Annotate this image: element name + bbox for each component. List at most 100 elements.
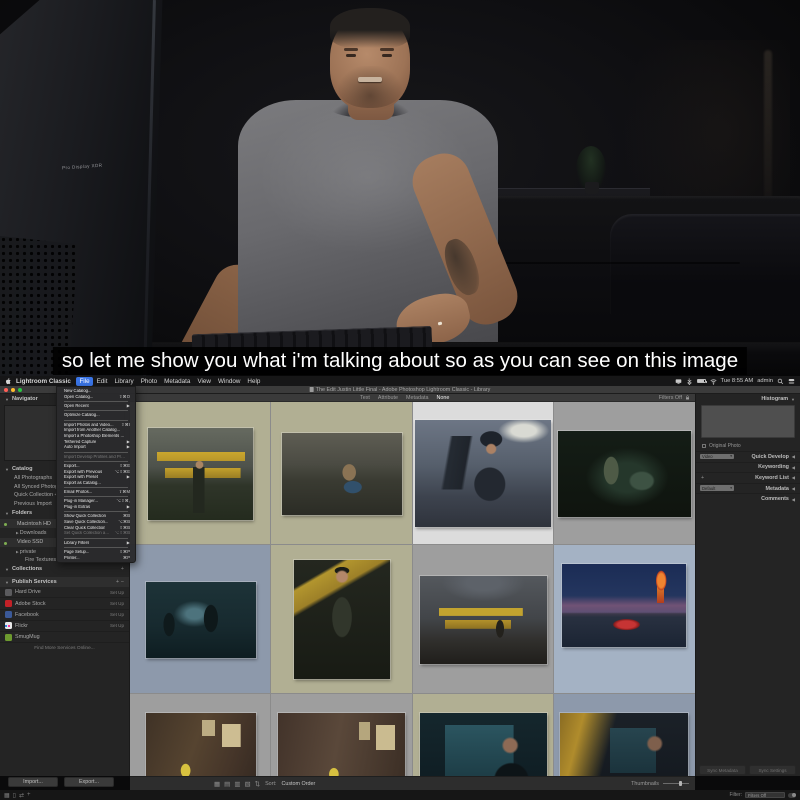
import-button[interactable]: Import...: [8, 777, 58, 787]
sort-value[interactable]: Custom Order: [281, 781, 315, 787]
thumbnail-size-slider[interactable]: [663, 783, 689, 784]
grid-cell[interactable]: [413, 694, 554, 776]
display-icon[interactable]: [675, 378, 682, 385]
panel-preset-pill[interactable]: Video▾: [700, 454, 734, 460]
filter-option[interactable]: None: [436, 395, 449, 401]
file-menu-item[interactable]: Auto Import ▶: [57, 445, 135, 451]
battery-icon[interactable]: [697, 379, 706, 384]
app-name[interactable]: Lightroom Classic: [16, 378, 71, 385]
grid-cell[interactable]: [554, 545, 695, 694]
file-menu-item[interactable]: [64, 547, 128, 548]
photo-thumbnail[interactable]: [560, 713, 688, 776]
find-more-services-link[interactable]: Find More Services Online...: [0, 643, 129, 654]
publish-service-row[interactable]: Adobe Stock Set Up: [0, 598, 129, 609]
publish-service-row[interactable]: Hard Drive Set Up: [0, 587, 129, 598]
file-menu-item[interactable]: Tethered Capture ▶: [57, 439, 135, 445]
file-menu-item[interactable]: [64, 496, 128, 497]
panel-section-header[interactable]: ▾ Keywording ◀: [696, 462, 800, 473]
filter-option[interactable]: Metadata: [406, 395, 428, 401]
survey-view-icon[interactable]: ▧: [244, 780, 250, 788]
apple-menu-icon[interactable]: [5, 377, 12, 385]
menubar-clock[interactable]: Tue 8:55 AM: [721, 378, 754, 384]
file-menu-item[interactable]: Printer... ⌘P: [57, 555, 135, 561]
menubar-menu[interactable]: View: [194, 377, 215, 386]
file-menu-item[interactable]: Export with Previous ⌥⇧⌘E: [57, 469, 135, 475]
grid-cell[interactable]: [554, 694, 695, 776]
panel-section-header[interactable]: ▾ Comments ◀: [696, 493, 800, 504]
painter-icon[interactable]: ⇅: [255, 780, 260, 788]
grid-cell[interactable]: [554, 402, 695, 545]
filmstrip-filter-preset[interactable]: Filters Off: [745, 792, 785, 798]
panel-preset-pill[interactable]: Default▾: [700, 485, 734, 491]
photo-thumbnail[interactable]: [415, 420, 551, 527]
file-menu-item[interactable]: Export with Preset ▶: [57, 475, 135, 481]
file-menu-item[interactable]: [64, 452, 128, 453]
wifi-icon[interactable]: [710, 378, 717, 385]
file-menu-item[interactable]: Open Catalog... ⇧⌘O: [57, 394, 135, 400]
panel-plus-icon[interactable]: +: [701, 475, 704, 481]
photo-thumbnail[interactable]: [148, 428, 253, 520]
publish-services-header[interactable]: ▼ Publish Services + −: [0, 577, 129, 587]
menubar-menu[interactable]: File: [76, 377, 93, 386]
filter-preset[interactable]: Filters Off: [659, 395, 690, 401]
menubar-menu[interactable]: Metadata: [161, 377, 194, 386]
photo-thumbnail[interactable]: [558, 431, 691, 517]
bluetooth-icon[interactable]: [686, 378, 693, 385]
photo-thumbnail[interactable]: [282, 433, 402, 515]
grid-cell[interactable]: [413, 545, 554, 694]
menubar-menu[interactable]: Library: [111, 377, 137, 386]
menubar-menu[interactable]: Edit: [93, 377, 111, 386]
file-menu-item[interactable]: [64, 487, 128, 488]
file-menu-item[interactable]: [64, 461, 128, 462]
publish-service-row[interactable]: Flickr Set Up: [0, 621, 129, 632]
panel-section-header[interactable]: Video▾ Quick Develop ◀: [696, 451, 800, 462]
file-menu-item[interactable]: Export as Catalog...: [57, 480, 135, 486]
menubar-menu[interactable]: Photo: [137, 377, 160, 386]
publish-service-setup[interactable]: Set Up: [110, 601, 124, 606]
filter-option[interactable]: Text: [360, 395, 370, 401]
histogram-header[interactable]: Histogram ▼: [696, 394, 800, 404]
grid-cell[interactable]: [271, 545, 412, 694]
photo-thumbnail[interactable]: [278, 713, 405, 776]
photo-thumbnail[interactable]: [420, 576, 547, 664]
file-menu-item[interactable]: Plug-in Extras ▶: [57, 504, 135, 510]
publish-service-setup[interactable]: Set Up: [110, 590, 124, 595]
grid-cell[interactable]: [413, 402, 554, 545]
zoom-window-button[interactable]: [18, 388, 22, 392]
collections-header[interactable]: ▼ Collections +: [0, 564, 129, 574]
file-menu-item[interactable]: Import a Photoshop Elements Catalog...: [57, 433, 135, 439]
file-menu-item[interactable]: Plug-in Manager... ⌥⇧⌘,: [57, 499, 135, 505]
menubar-user[interactable]: admin: [757, 378, 773, 384]
close-window-button[interactable]: [4, 388, 8, 392]
publish-service-setup[interactable]: Set Up: [110, 612, 124, 617]
file-menu-item[interactable]: [64, 410, 128, 411]
file-menu-item[interactable]: [64, 401, 128, 402]
photo-thumbnail[interactable]: [146, 582, 256, 658]
photo-thumbnail[interactable]: [294, 560, 390, 679]
file-menu-item[interactable]: Import Develop Profiles and Presets...: [57, 454, 135, 460]
file-menu-item[interactable]: Open Recent ▶: [57, 403, 135, 409]
panel-section-header[interactable]: ▾ + Keyword List ◀: [696, 472, 800, 483]
secondary-window-icon[interactable]: ▯: [13, 792, 16, 799]
filter-toggle-switch[interactable]: [788, 793, 796, 798]
grid-cell[interactable]: [130, 545, 271, 694]
control-center-icon[interactable]: [788, 378, 795, 385]
publish-service-row[interactable]: Facebook Set Up: [0, 610, 129, 621]
add-publish-service-icon[interactable]: + −: [116, 579, 124, 585]
file-menu-item[interactable]: Import Photos and Video... ⇧⌘I: [57, 422, 135, 428]
photo-thumbnail[interactable]: [420, 713, 547, 776]
compare-view-icon[interactable]: ▥: [234, 780, 240, 788]
file-menu-item[interactable]: Email Photos... ⇧⌘M: [57, 490, 135, 496]
panel-section-header[interactable]: Default▾ Metadata ◀: [696, 483, 800, 494]
file-menu-item[interactable]: Set Quick Collection as Target ⌥⇧⌘B: [57, 531, 135, 537]
filter-option[interactable]: Attribute: [378, 395, 398, 401]
grid-cell[interactable]: [130, 694, 271, 776]
photo-thumbnail[interactable]: [146, 713, 256, 776]
file-menu-item[interactable]: Optimize Catalog...: [57, 413, 135, 419]
export-button[interactable]: Export...: [64, 777, 114, 787]
file-menu-item[interactable]: [64, 538, 128, 539]
menubar-menu[interactable]: Window: [214, 377, 243, 386]
menubar-menu[interactable]: Help: [244, 377, 264, 386]
publish-service-row[interactable]: SmugMug: [0, 632, 129, 643]
grid-cell[interactable]: [271, 694, 412, 776]
